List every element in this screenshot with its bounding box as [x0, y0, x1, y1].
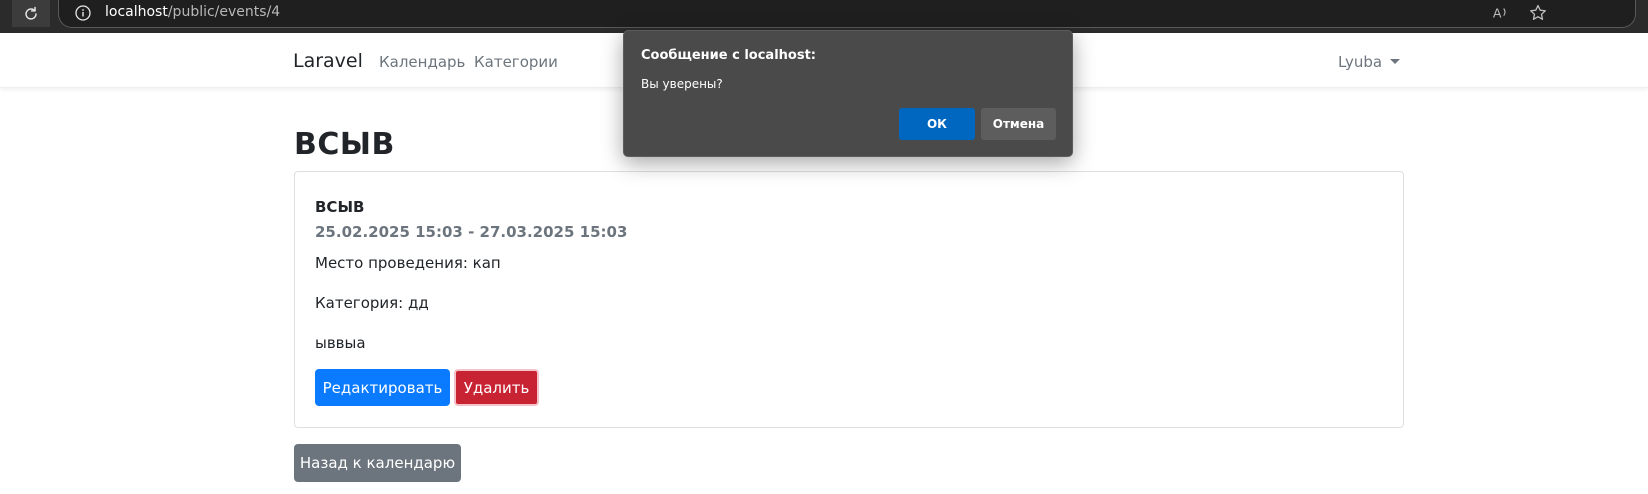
nav-link-calendar[interactable]: Календарь — [379, 53, 465, 71]
event-title: ВСЫВ — [315, 198, 365, 216]
event-category: Категория: дд — [315, 294, 429, 312]
edit-button[interactable]: Редактировать — [315, 369, 450, 406]
user-name: Lyuba — [1338, 53, 1383, 71]
info-icon[interactable] — [75, 5, 91, 21]
back-to-calendar-button[interactable]: Назад к календарю — [294, 444, 461, 482]
dialog-message: Вы уверены? — [641, 77, 723, 91]
event-place: Место проведения: кап — [315, 254, 501, 272]
delete-button[interactable]: Удалить — [454, 369, 539, 406]
dialog-title: Сообщение с localhost: — [641, 48, 816, 63]
caret-down-icon — [1390, 59, 1401, 64]
navbar-brand[interactable]: Laravel — [293, 50, 363, 72]
confirm-dialog: Сообщение с localhost: Вы уверены? ОК От… — [623, 30, 1073, 157]
favorite-star-icon[interactable] — [1528, 3, 1548, 23]
read-aloud-icon[interactable]: A — [1492, 4, 1510, 22]
event-card: ВСЫВ 25.02.2025 15:03 - 27.03.2025 15:03… — [294, 171, 1404, 428]
user-dropdown[interactable]: Lyuba — [1338, 53, 1401, 71]
browser-toolbar: localhost/public/events/4 A — [0, 0, 1648, 33]
address-bar[interactable]: localhost/public/events/4 A — [58, 0, 1636, 28]
svg-text:A: A — [1493, 6, 1502, 21]
dialog-ok-button[interactable]: ОК — [899, 108, 975, 140]
event-description: ыввыа — [315, 334, 366, 352]
reload-icon — [25, 6, 37, 20]
page-title: ВСЫВ — [294, 127, 395, 162]
nav-link-categories[interactable]: Категории — [474, 53, 558, 71]
event-dates: 25.02.2025 15:03 - 27.03.2025 15:03 — [315, 223, 628, 241]
reload-button[interactable] — [12, 0, 50, 27]
dialog-cancel-button[interactable]: Отмена — [981, 108, 1056, 140]
url-text: localhost/public/events/4 — [105, 4, 281, 20]
